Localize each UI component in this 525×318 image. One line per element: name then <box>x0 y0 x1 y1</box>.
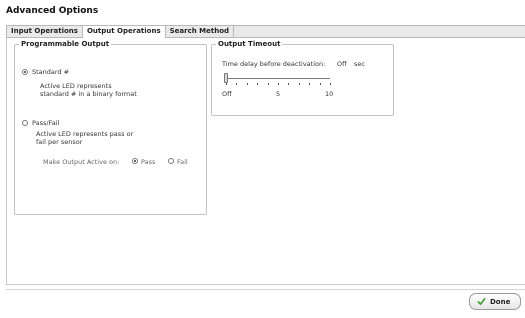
passfail-description-line1: Active LED represents pass or <box>36 130 134 138</box>
tab-input-operations[interactable]: Input Operations <box>7 26 83 37</box>
output-timeout-legend: Output Timeout <box>216 40 283 48</box>
slider-tick <box>247 83 248 85</box>
passfail-radio[interactable] <box>22 120 28 126</box>
pass-radio[interactable] <box>132 158 138 164</box>
output-timeout-group: Output Timeout Time delay before deactiv… <box>211 40 394 116</box>
programmable-output-legend: Programmable Output <box>19 40 112 48</box>
slider-tick <box>236 83 237 85</box>
timeout-slider-thumb[interactable] <box>224 73 228 83</box>
standard-radio-label: Standard # <box>32 68 70 76</box>
slider-tick <box>257 83 258 85</box>
done-button[interactable]: Done <box>469 293 521 310</box>
tab-content-panel: Programmable Output Standard # Active LE… <box>6 38 525 285</box>
fail-radio-label: Fail <box>177 158 188 166</box>
fail-radio[interactable] <box>168 158 174 164</box>
pass-radio-label: Pass <box>141 158 156 166</box>
standard-description-line1: Active LED represents <box>40 82 112 90</box>
footer-divider <box>6 289 525 290</box>
slider-max-label: 10 <box>325 90 334 98</box>
standard-radio[interactable] <box>22 69 28 75</box>
make-output-active-label: Make Output Active on: <box>43 158 120 166</box>
slider-mid-label: 5 <box>276 90 281 98</box>
slider-min-label: Off <box>222 90 232 98</box>
time-delay-unit: sec <box>354 60 365 68</box>
passfail-description-line2: fail per sensor <box>36 138 83 146</box>
slider-tick <box>330 83 331 85</box>
programmable-output-group: Programmable Output Standard # Active LE… <box>14 40 207 215</box>
slider-tick <box>299 83 300 85</box>
standard-description-line2: standard # in a binary format <box>40 90 137 98</box>
checkmark-icon <box>477 297 486 306</box>
page-title: Advanced Options <box>6 6 99 16</box>
slider-tick <box>309 83 310 85</box>
time-delay-value: Off <box>337 60 347 68</box>
tab-output-operations[interactable]: Output Operations <box>82 26 166 38</box>
done-button-label: Done <box>490 297 511 306</box>
tab-search-method[interactable]: Search Method <box>166 26 235 37</box>
tab-bar: Input Operations Output Operations Searc… <box>6 25 525 38</box>
slider-tick <box>278 83 279 85</box>
slider-tick <box>226 83 227 85</box>
slider-tick <box>320 83 321 85</box>
time-delay-label: Time delay before deactivation: <box>222 60 326 68</box>
slider-tick <box>288 83 289 85</box>
timeout-slider-track[interactable] <box>226 78 330 79</box>
passfail-radio-label: Pass/Fail <box>32 119 60 127</box>
slider-tick <box>268 83 269 85</box>
